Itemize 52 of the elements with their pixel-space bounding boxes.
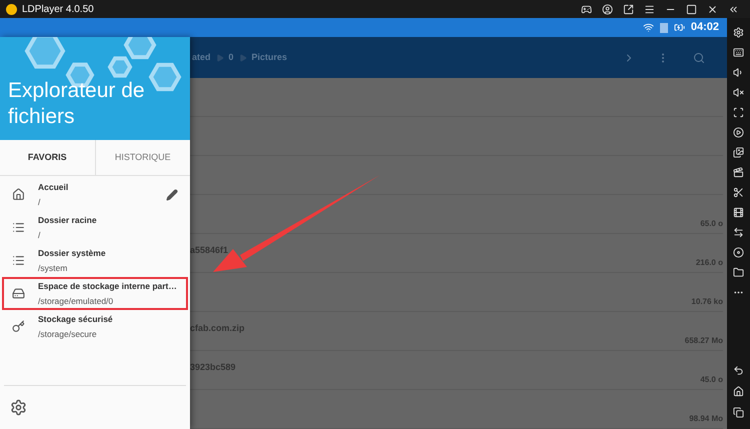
drawer-tab[interactable]: FAVORIS [0,140,94,175]
app-logo-icon [6,4,17,14]
keyboard-icon[interactable] [733,46,744,58]
collapse-icon[interactable] [728,4,739,14]
gamepad-icon[interactable] [581,4,592,14]
item-path: /system [38,262,68,274]
favorite-item[interactable]: Dossier système /system [2,244,188,277]
home-icon[interactable] [733,386,744,397]
drawer-tab[interactable]: HISTORIQUE [94,140,190,175]
item-path: / [38,196,42,208]
maximize-icon[interactable] [686,4,697,14]
recent-apps-icon[interactable] [733,407,744,418]
breadcrumb-separator-icon [238,54,247,62]
sync-icon[interactable] [733,226,744,238]
item-icon [12,287,25,300]
favorite-item[interactable]: Dossier racine / [2,211,188,244]
edit-icon[interactable] [166,188,178,200]
favorite-item[interactable]: Stockage sécurisé /storage/secure [2,310,188,343]
item-title: Espace de stockage interne part… [38,280,177,292]
menu-icon[interactable] [644,4,655,14]
breadcrumb-separator-icon [216,54,224,62]
item-title: Accueil [38,180,68,194]
user-icon[interactable] [602,4,613,14]
item-icon [12,188,25,201]
disc-icon[interactable] [733,246,744,258]
favorite-item[interactable]: Espace de stockage interne part… /storage/emulated/0 [2,277,188,310]
item-icon [12,320,25,333]
drawer-title: Explorateur de fichiers [8,78,146,130]
folder-icon[interactable] [733,266,744,278]
battery-icon [674,22,685,33]
search-icon[interactable] [693,52,705,64]
item-title: Dossier racine [38,214,97,226]
status-time: 04:02 [690,20,719,36]
close-icon[interactable] [707,4,718,14]
item-path: /storage/emulated/0 [38,294,114,308]
scissors-icon[interactable] [733,186,744,198]
item-icon [12,254,25,267]
video-icon[interactable] [733,166,744,178]
export-icon[interactable] [623,4,634,14]
screen-icon[interactable] [733,106,744,118]
wifi-icon [642,22,654,33]
item-title: Stockage sécurisé [38,312,113,326]
favorite-item[interactable]: Accueil / [2,178,188,211]
item-path: / [38,228,42,242]
window-title: LDPlayer 4.0.50 [22,2,94,16]
item-title: Dossier système [38,246,106,260]
film-icon[interactable] [733,206,744,218]
settings-icon[interactable] [10,399,27,416]
volume-up-icon[interactable] [733,66,744,78]
item-icon [12,221,25,234]
back-icon[interactable] [733,365,744,376]
item-path: /storage/secure [38,328,98,340]
